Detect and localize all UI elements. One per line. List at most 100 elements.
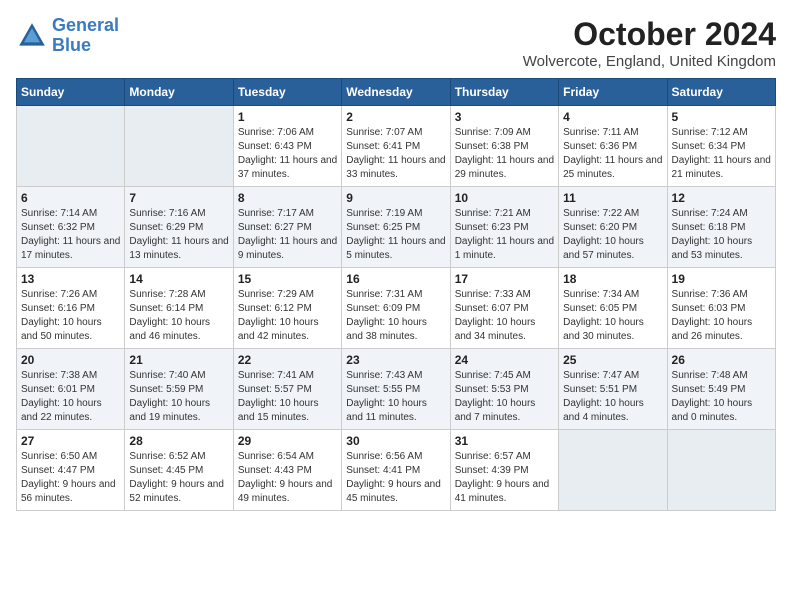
day-detail: Sunrise: 7:40 AM Sunset: 5:59 PM Dayligh…	[129, 369, 228, 425]
day-number: 5	[672, 110, 771, 124]
day-number: 6	[21, 191, 120, 205]
day-number: 15	[238, 272, 337, 286]
calendar-cell: 6 Sunrise: 7:14 AM Sunset: 6:32 PM Daylig…	[17, 187, 125, 268]
day-detail: Sunrise: 7:17 AM Sunset: 6:27 PM Dayligh…	[238, 207, 337, 263]
day-number: 12	[672, 191, 771, 205]
calendar-body: 1Sunrise: 7:06 AM Sunset: 6:43 PM Daylig…	[17, 106, 776, 511]
calendar-cell: 29Sunrise: 6:54 AM Sunset: 4:43 PM Dayli…	[233, 430, 341, 511]
day-detail: Sunrise: 7:12 AM Sunset: 6:34 PM Dayligh…	[672, 126, 771, 182]
day-number: 27	[21, 434, 120, 448]
day-detail: Sunrise: 7:11 AM Sunset: 6:36 PM Dayligh…	[563, 126, 662, 182]
calendar-cell: 26 Sunrise: 7:48 AM Sunset: 5:49 PM Dayli…	[667, 349, 775, 430]
day-number: 9	[346, 191, 445, 205]
calendar-cell: 5 Sunrise: 7:12 AM Sunset: 6:34 PM Daylig…	[667, 106, 775, 187]
day-detail: Sunrise: 7:22 AM Sunset: 6:20 PM Dayligh…	[563, 207, 662, 263]
day-number: 24	[455, 353, 554, 367]
calendar-cell: 11 Sunrise: 7:22 AM Sunset: 6:20 PM Dayli…	[559, 187, 667, 268]
calendar-cell: 20 Sunrise: 7:38 AM Sunset: 6:01 PM Dayli…	[17, 349, 125, 430]
logo-line1: General	[52, 15, 119, 35]
calendar-cell: 31 Sunrise: 6:57 AM Sunset: 4:39 PM Dayli…	[450, 430, 558, 511]
calendar-cell: 19 Sunrise: 7:36 AM Sunset: 6:03 PM Dayli…	[667, 268, 775, 349]
logo-line2: Blue	[52, 35, 91, 55]
day-number: 18	[563, 272, 662, 286]
calendar-cell: 18 Sunrise: 7:34 AM Sunset: 6:05 PM Dayli…	[559, 268, 667, 349]
day-number: 19	[672, 272, 771, 286]
calendar-cell	[17, 106, 125, 187]
calendar-cell: 23 Sunrise: 7:43 AM Sunset: 5:55 PM Dayli…	[342, 349, 450, 430]
day-number: 3	[455, 110, 554, 124]
weekday-header: Monday	[125, 79, 233, 106]
day-detail: Sunrise: 7:24 AM Sunset: 6:18 PM Dayligh…	[672, 207, 771, 263]
day-detail: Sunrise: 6:52 AM Sunset: 4:45 PM Dayligh…	[129, 450, 228, 506]
calendar-cell	[559, 430, 667, 511]
header-row: SundayMondayTuesdayWednesdayThursdayFrid…	[17, 79, 776, 106]
day-detail: Sunrise: 7:45 AM Sunset: 5:53 PM Dayligh…	[455, 369, 554, 425]
day-detail: Sunrise: 7:48 AM Sunset: 5:49 PM Dayligh…	[672, 369, 771, 425]
day-detail: Sunrise: 7:07 AM Sunset: 6:41 PM Dayligh…	[346, 126, 445, 182]
calendar-cell: 17Sunrise: 7:33 AM Sunset: 6:07 PM Dayli…	[450, 268, 558, 349]
day-number: 2	[346, 110, 445, 124]
calendar-week-row: 6 Sunrise: 7:14 AM Sunset: 6:32 PM Daylig…	[17, 187, 776, 268]
day-detail: Sunrise: 7:26 AM Sunset: 6:16 PM Dayligh…	[21, 288, 120, 344]
day-detail: Sunrise: 7:47 AM Sunset: 5:51 PM Dayligh…	[563, 369, 662, 425]
calendar-cell: 2 Sunrise: 7:07 AM Sunset: 6:41 PM Daylig…	[342, 106, 450, 187]
calendar-cell: 28 Sunrise: 6:52 AM Sunset: 4:45 PM Dayli…	[125, 430, 233, 511]
logo-icon	[16, 20, 48, 52]
day-number: 10	[455, 191, 554, 205]
day-number: 21	[129, 353, 228, 367]
day-number: 16	[346, 272, 445, 286]
day-number: 28	[129, 434, 228, 448]
calendar-cell: 1Sunrise: 7:06 AM Sunset: 6:43 PM Daylig…	[233, 106, 341, 187]
calendar-cell: 9 Sunrise: 7:19 AM Sunset: 6:25 PM Daylig…	[342, 187, 450, 268]
day-detail: Sunrise: 7:38 AM Sunset: 6:01 PM Dayligh…	[21, 369, 120, 425]
day-number: 20	[21, 353, 120, 367]
calendar-cell: 22Sunrise: 7:41 AM Sunset: 5:57 PM Dayli…	[233, 349, 341, 430]
calendar-cell: 15 Sunrise: 7:29 AM Sunset: 6:12 PM Dayli…	[233, 268, 341, 349]
day-detail: Sunrise: 7:41 AM Sunset: 5:57 PM Dayligh…	[238, 369, 337, 425]
calendar-cell: 27 Sunrise: 6:50 AM Sunset: 4:47 PM Dayli…	[17, 430, 125, 511]
day-number: 4	[563, 110, 662, 124]
day-detail: Sunrise: 7:09 AM Sunset: 6:38 PM Dayligh…	[455, 126, 554, 182]
day-detail: Sunrise: 7:21 AM Sunset: 6:23 PM Dayligh…	[455, 207, 554, 263]
calendar-cell: 13 Sunrise: 7:26 AM Sunset: 6:16 PM Dayli…	[17, 268, 125, 349]
day-detail: Sunrise: 7:43 AM Sunset: 5:55 PM Dayligh…	[346, 369, 445, 425]
day-number: 13	[21, 272, 120, 286]
day-number: 30	[346, 434, 445, 448]
calendar-table: SundayMondayTuesdayWednesdayThursdayFrid…	[16, 78, 776, 511]
day-number: 7	[129, 191, 228, 205]
calendar-cell: 25 Sunrise: 7:47 AM Sunset: 5:51 PM Dayli…	[559, 349, 667, 430]
calendar-cell	[125, 106, 233, 187]
calendar-week-row: 13 Sunrise: 7:26 AM Sunset: 6:16 PM Dayli…	[17, 268, 776, 349]
weekday-header: Sunday	[17, 79, 125, 106]
location: Wolvercote, England, United Kingdom	[523, 53, 776, 70]
weekday-header: Wednesday	[342, 79, 450, 106]
calendar-cell: 24 Sunrise: 7:45 AM Sunset: 5:53 PM Dayli…	[450, 349, 558, 430]
day-detail: Sunrise: 7:19 AM Sunset: 6:25 PM Dayligh…	[346, 207, 445, 263]
day-detail: Sunrise: 7:34 AM Sunset: 6:05 PM Dayligh…	[563, 288, 662, 344]
calendar-cell: 4 Sunrise: 7:11 AM Sunset: 6:36 PM Daylig…	[559, 106, 667, 187]
day-detail: Sunrise: 6:50 AM Sunset: 4:47 PM Dayligh…	[21, 450, 120, 506]
day-number: 29	[238, 434, 337, 448]
day-detail: Sunrise: 7:28 AM Sunset: 6:14 PM Dayligh…	[129, 288, 228, 344]
weekday-header: Thursday	[450, 79, 558, 106]
calendar-cell: 3 Sunrise: 7:09 AM Sunset: 6:38 PM Daylig…	[450, 106, 558, 187]
calendar-cell: 12 Sunrise: 7:24 AM Sunset: 6:18 PM Dayli…	[667, 187, 775, 268]
day-number: 23	[346, 353, 445, 367]
day-number: 26	[672, 353, 771, 367]
day-number: 25	[563, 353, 662, 367]
weekday-header: Tuesday	[233, 79, 341, 106]
calendar-cell: 21 Sunrise: 7:40 AM Sunset: 5:59 PM Dayli…	[125, 349, 233, 430]
weekday-header: Friday	[559, 79, 667, 106]
calendar-cell: 14 Sunrise: 7:28 AM Sunset: 6:14 PM Dayli…	[125, 268, 233, 349]
day-number: 14	[129, 272, 228, 286]
calendar-week-row: 27 Sunrise: 6:50 AM Sunset: 4:47 PM Dayli…	[17, 430, 776, 511]
day-detail: Sunrise: 7:36 AM Sunset: 6:03 PM Dayligh…	[672, 288, 771, 344]
day-detail: Sunrise: 6:57 AM Sunset: 4:39 PM Dayligh…	[455, 450, 554, 506]
day-detail: Sunrise: 7:29 AM Sunset: 6:12 PM Dayligh…	[238, 288, 337, 344]
day-detail: Sunrise: 6:56 AM Sunset: 4:41 PM Dayligh…	[346, 450, 445, 506]
page-header: General Blue October 2024 Wolvercote, En…	[16, 16, 776, 70]
day-detail: Sunrise: 7:14 AM Sunset: 6:32 PM Dayligh…	[21, 207, 120, 263]
day-number: 11	[563, 191, 662, 205]
day-number: 31	[455, 434, 554, 448]
title-block: October 2024 Wolvercote, England, United…	[523, 16, 776, 70]
